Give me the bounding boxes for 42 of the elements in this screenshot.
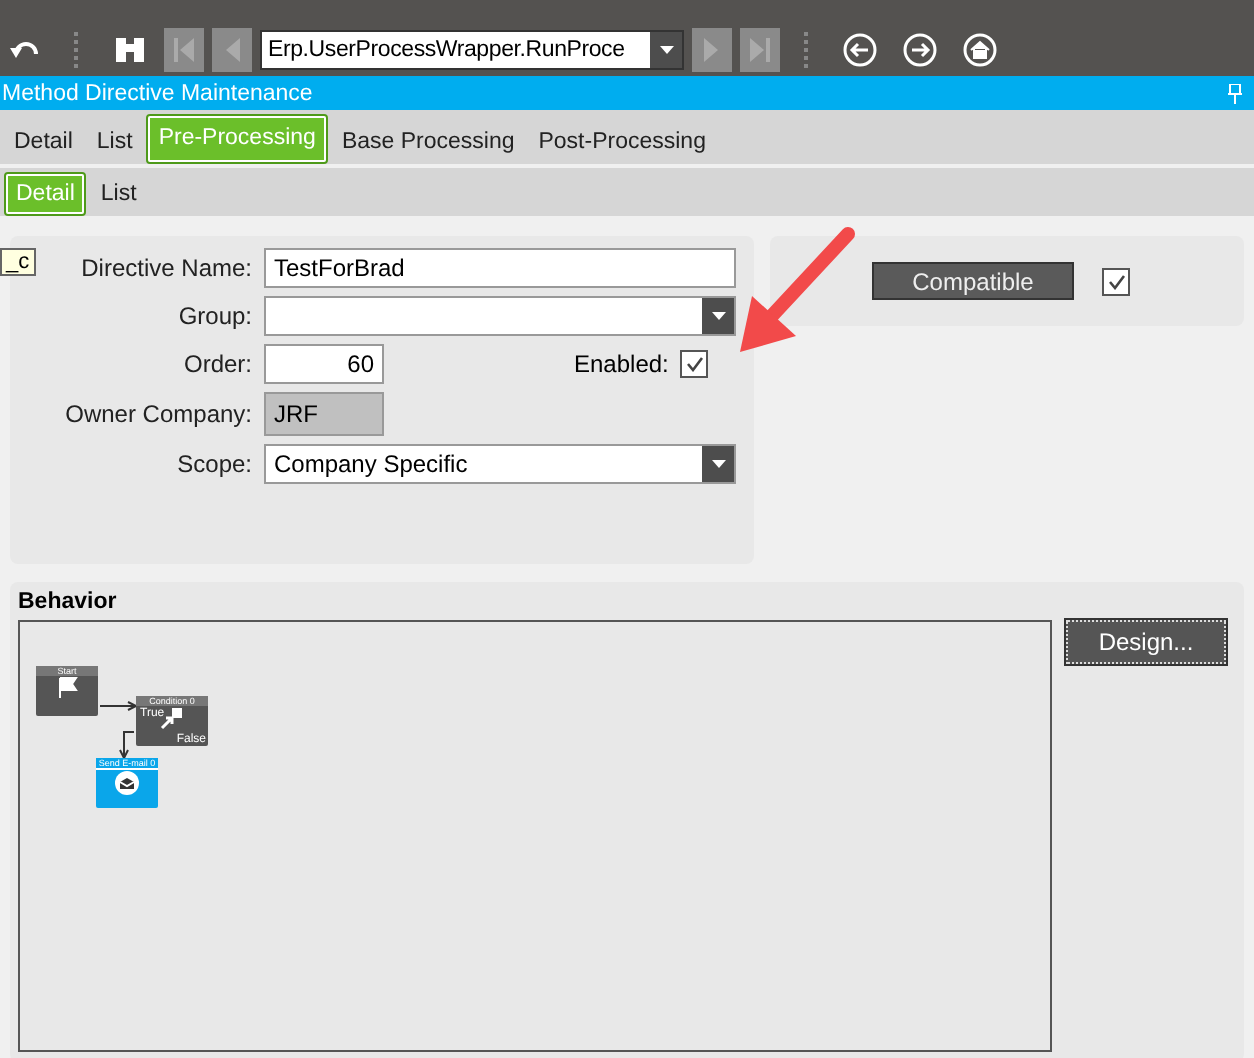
field-label: Directive Name: [79, 254, 252, 282]
envelope-icon [114, 770, 140, 796]
design-button[interactable]: Design... [1066, 620, 1226, 664]
first-icon [172, 36, 196, 64]
compatible-button[interactable]: Compatible [872, 262, 1074, 300]
directive-name-field[interactable]: TestForBrad [264, 248, 736, 288]
section-title: Behavior [18, 590, 117, 614]
check-icon [1107, 273, 1125, 289]
field-label: Scope: [175, 450, 252, 478]
connector-arrow [99, 701, 139, 711]
caret-icon [659, 46, 673, 54]
side-tag: _c [0, 248, 36, 276]
scope-dropdown[interactable]: Company Specific [264, 444, 736, 484]
compatible-checkbox[interactable] [1102, 267, 1130, 295]
tab[interactable]: Post-Processing [528, 122, 716, 164]
order-field[interactable]: 60 [264, 344, 384, 384]
arrows-icon [160, 706, 184, 730]
tab[interactable]: Detail [4, 122, 83, 164]
check-icon [685, 356, 704, 372]
group-dropdown[interactable] [264, 296, 736, 336]
enabled-checkbox[interactable] [680, 350, 709, 378]
caret-icon [711, 460, 725, 468]
next-icon [702, 36, 722, 64]
process-dropdown[interactable]: Erp.UserProcessWrapper.RunProce [260, 30, 684, 70]
caret-icon [711, 312, 725, 320]
field-label: Owner Company: [63, 400, 252, 428]
forward-icon[interactable] [902, 32, 938, 68]
owner-company-field: JRF [264, 392, 384, 436]
last-icon [748, 36, 772, 64]
connector-arrow [119, 731, 135, 761]
field-label: Group: [176, 302, 252, 330]
pin-icon[interactable] [1228, 83, 1242, 103]
tab[interactable]: List [90, 174, 147, 216]
flag-icon [55, 676, 79, 700]
home-icon[interactable] [962, 32, 998, 68]
tab[interactable]: Base Processing [331, 122, 525, 164]
field-label: Order: [181, 350, 252, 378]
previous-icon [222, 36, 242, 64]
field-label: Enabled: [574, 350, 669, 378]
tab[interactable]: List [86, 122, 143, 164]
window-title: Method Directive Maintenance [2, 81, 313, 105]
back-icon[interactable] [842, 32, 878, 68]
